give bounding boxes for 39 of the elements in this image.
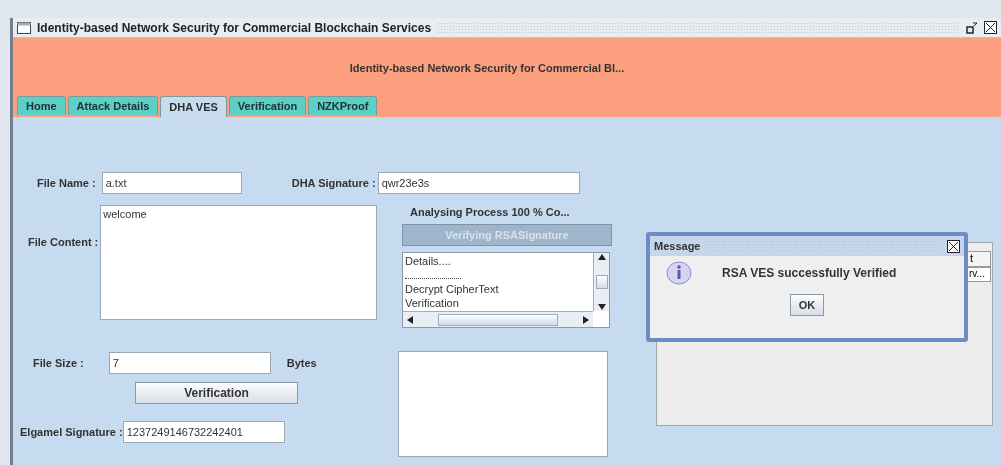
dotted-separator: [405, 278, 461, 279]
file-size-field[interactable]: 7: [108, 352, 271, 374]
scroll-arrow-icon[interactable]: [597, 253, 606, 261]
file-content-area[interactable]: welcome: [100, 205, 378, 320]
window-icon: [17, 21, 31, 34]
unit-label: Bytes: [286, 357, 317, 369]
scroll-arrow-icon[interactable]: [406, 315, 414, 324]
dha-signature-field[interactable]: qwr23e3s: [377, 172, 580, 194]
elgamel-signature-field[interactable]: 1237249146732242401: [122, 421, 285, 443]
close-icon[interactable]: [984, 21, 997, 34]
restore-icon[interactable]: [966, 21, 978, 34]
field-label: File Size :: [33, 357, 84, 369]
tab[interactable]: Attack Details: [67, 96, 159, 115]
close-icon[interactable]: [947, 239, 960, 253]
table-header: t: [966, 251, 991, 267]
tab[interactable]: DHA VES: [160, 96, 227, 117]
tab[interactable]: NZKProof: [308, 96, 378, 115]
field-label: File Content :: [28, 236, 99, 248]
file-name-field[interactable]: a.txt: [101, 172, 242, 194]
ok-button[interactable]: OK: [790, 294, 824, 316]
status-label: Analysing Process 100 % Co...: [410, 206, 571, 218]
field-label: DHA Signature :: [291, 177, 376, 189]
log-item: Details....: [405, 254, 452, 268]
field-label: Elgamel Signature :: [20, 426, 123, 438]
info-icon: [666, 260, 692, 286]
header-title: Identity-based Network Security for Commercial Bl...: [349, 62, 625, 74]
tab[interactable]: Verification: [228, 96, 307, 115]
log-list[interactable]: Details.... Decrypt CipherText Verification: [402, 252, 610, 328]
log-item: Decrypt CipherText: [405, 282, 500, 296]
horizontal-scrollbar[interactable]: [403, 311, 593, 327]
dialog-message: RSA VES successfully Verified: [722, 266, 897, 280]
window-title: Identity-based Network Security for Commercial Blockchain Services: [37, 20, 432, 35]
tab[interactable]: Home: [17, 96, 66, 115]
vertical-scrollbar[interactable]: [593, 253, 609, 311]
table-cell: rv...: [966, 267, 991, 282]
log-item: Verification: [405, 296, 460, 310]
field-label: File Name :: [37, 177, 96, 189]
dialog-title: Message: [654, 240, 701, 252]
verification-button[interactable]: Verification: [135, 382, 298, 404]
